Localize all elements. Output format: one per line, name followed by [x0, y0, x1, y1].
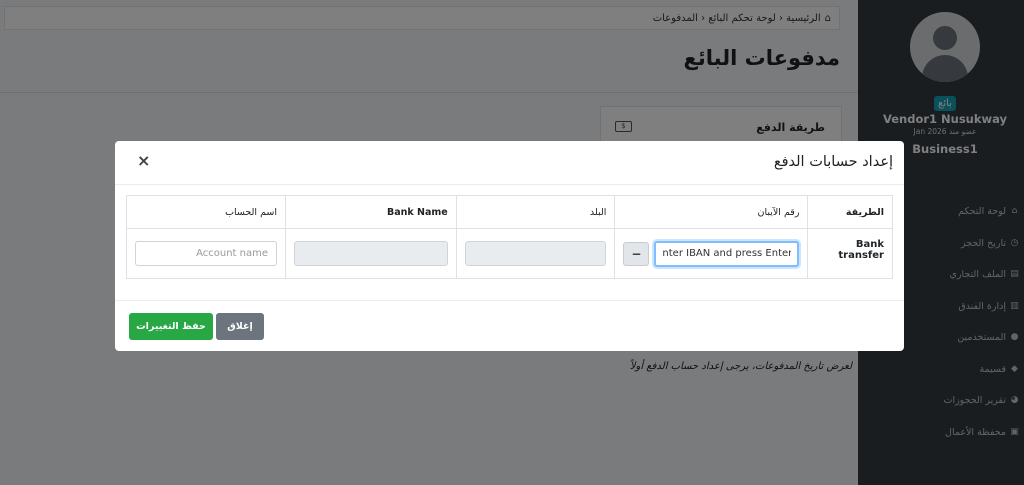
- payment-accounts-modal: إعداد حسابات الدفع × الطريقة رقم الآيبان…: [115, 141, 904, 351]
- bank-name-field[interactable]: [294, 241, 448, 266]
- country-cell: [455, 228, 616, 279]
- account-name-cell: [126, 228, 286, 279]
- table-header-row: الطريقة رقم الآيبان البلد Bank Name اسم …: [126, 195, 893, 229]
- remove-iban-button[interactable]: −: [623, 241, 650, 266]
- close-icon[interactable]: ×: [137, 151, 150, 170]
- header-country: البلد: [455, 195, 616, 229]
- iban-input[interactable]: [654, 240, 800, 267]
- payment-accounts-table: الطريقة رقم الآيبان البلد Bank Name اسم …: [126, 195, 893, 279]
- header-account-name: اسم الحساب: [126, 195, 286, 229]
- modal-header: إعداد حسابات الدفع ×: [115, 141, 904, 185]
- close-button[interactable]: إغلاق: [216, 313, 264, 340]
- table-row: Bank transfer −: [126, 228, 893, 279]
- header-iban: رقم الآيبان: [614, 195, 809, 229]
- bank-name-cell: [285, 228, 457, 279]
- modal-title: إعداد حسابات الدفع: [773, 154, 893, 170]
- account-name-input[interactable]: [135, 241, 277, 266]
- iban-cell: −: [614, 228, 809, 279]
- method-cell: Bank transfer: [807, 228, 893, 279]
- header-method: الطريقة: [807, 195, 893, 229]
- modal-footer: حفظ التغييرات إغلاق: [115, 300, 904, 351]
- header-bank-name: Bank Name: [285, 195, 457, 229]
- save-changes-button[interactable]: حفظ التغييرات: [129, 313, 213, 340]
- country-field[interactable]: [464, 241, 607, 266]
